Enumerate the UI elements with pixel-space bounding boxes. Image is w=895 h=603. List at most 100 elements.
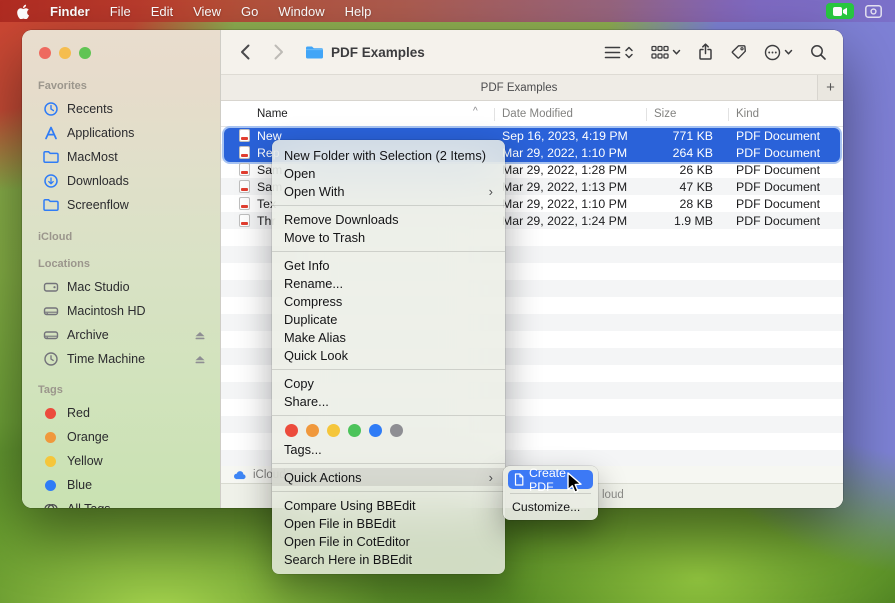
mouse-cursor xyxy=(562,471,584,495)
file-date: Mar 29, 2022, 1:10 PM xyxy=(502,144,627,161)
eject-icon[interactable] xyxy=(194,330,206,341)
screen-recording-icon[interactable] xyxy=(865,5,882,18)
menu-separator xyxy=(272,369,505,370)
menu-item-get-info[interactable]: Get Info xyxy=(272,256,505,274)
column-divider[interactable] xyxy=(728,108,729,121)
column-divider[interactable] xyxy=(494,108,495,121)
sidebar-item-macmost[interactable]: MacMost xyxy=(38,145,212,169)
sidebar-item-archive[interactable]: Archive xyxy=(38,323,212,347)
sidebar-item-label: Time Machine xyxy=(67,352,145,366)
menubar-file[interactable]: File xyxy=(110,4,131,19)
minimize-window-button[interactable] xyxy=(59,47,71,59)
menu-item-quick-actions[interactable]: Quick Actions› xyxy=(272,468,505,486)
sidebar-item-label: Red xyxy=(67,406,90,420)
menu-item-move-to-trash[interactable]: Move to Trash xyxy=(272,228,505,246)
column-kind[interactable]: Kind xyxy=(736,102,759,126)
file-date: Sep 16, 2023, 4:19 PM xyxy=(502,127,628,144)
menubar-help[interactable]: Help xyxy=(345,4,372,19)
submenu-arrow-icon: › xyxy=(489,470,493,485)
view-options-button[interactable] xyxy=(604,45,634,60)
back-button[interactable] xyxy=(239,43,251,61)
eject-icon[interactable] xyxy=(194,354,206,365)
menu-separator xyxy=(272,463,505,464)
menu-item-compress[interactable]: Compress xyxy=(272,292,505,310)
file-kind: PDF Document xyxy=(736,144,820,161)
menu-item-customize[interactable]: Customize... xyxy=(508,498,593,516)
menu-item-compare-using-bbedit[interactable]: Compare Using BBEdit xyxy=(272,496,505,514)
sidebar-item-applications[interactable]: Applications xyxy=(38,121,212,145)
sort-ascending-icon: ^ xyxy=(473,106,478,117)
tab-pdf-examples[interactable]: PDF Examples xyxy=(221,82,817,94)
menu-item-open-file-in-coteditor[interactable]: Open File in CotEditor xyxy=(272,532,505,550)
group-button[interactable] xyxy=(651,45,681,60)
column-size[interactable]: Size xyxy=(654,102,676,126)
menu-item-remove-downloads[interactable]: Remove Downloads xyxy=(272,210,505,228)
sidebar-item-mac-studio[interactable]: Mac Studio xyxy=(38,275,212,299)
forward-button[interactable] xyxy=(273,43,285,61)
sidebar-item-recents[interactable]: Recents xyxy=(38,97,212,121)
menu-item-open[interactable]: Open xyxy=(272,164,505,182)
menubar-go[interactable]: Go xyxy=(241,4,258,19)
menu-item-share[interactable]: Share... xyxy=(272,392,505,410)
menu-separator xyxy=(272,205,505,206)
share-button[interactable] xyxy=(698,43,713,61)
more-actions-button[interactable] xyxy=(764,44,793,61)
menu-item-duplicate[interactable]: Duplicate xyxy=(272,310,505,328)
menubar-view[interactable]: View xyxy=(193,4,221,19)
menu-item-open-file-in-bbedit[interactable]: Open File in BBEdit xyxy=(272,514,505,532)
sidebar-item-all-tags[interactable]: All Tags... xyxy=(38,497,212,508)
desktop: Finder File Edit View Go Window Help Fav… xyxy=(0,0,895,603)
sidebar-item-tag-blue[interactable]: Blue xyxy=(38,473,212,497)
sidebar-item-label: Screenflow xyxy=(67,198,129,212)
clock-icon xyxy=(42,101,59,117)
pdf-file-icon xyxy=(239,127,250,144)
menu-item-copy[interactable]: Copy xyxy=(272,374,505,392)
menu-item-tags[interactable]: Tags... xyxy=(272,440,505,458)
apple-menu[interactable] xyxy=(16,3,30,19)
menubar-app-name[interactable]: Finder xyxy=(50,4,90,19)
menu-item-quick-look[interactable]: Quick Look xyxy=(272,346,505,364)
sidebar-item-downloads[interactable]: Downloads xyxy=(38,169,212,193)
menu-item-make-alias[interactable]: Make Alias xyxy=(272,328,505,346)
sidebar-item-tag-yellow[interactable]: Yellow xyxy=(38,449,212,473)
add-tab-button[interactable]: + xyxy=(817,75,843,100)
close-window-button[interactable] xyxy=(39,47,51,59)
orange-tag-button[interactable] xyxy=(306,424,319,437)
hard-drive-icon xyxy=(42,304,59,318)
sidebar-section-favorites: Favorites xyxy=(38,80,212,97)
search-button[interactable] xyxy=(810,44,827,61)
sidebar-item-tag-red[interactable]: Red xyxy=(38,401,212,425)
file-date: Mar 29, 2022, 1:28 PM xyxy=(502,161,627,178)
chevron-down-icon xyxy=(672,49,681,56)
pdf-file-icon xyxy=(239,195,250,212)
downloads-icon xyxy=(42,173,59,189)
menu-item-new-folder-with-selection[interactable]: New Folder with Selection (2 Items) xyxy=(272,146,505,164)
sidebar-item-label: Yellow xyxy=(67,454,103,468)
menu-item-rename[interactable]: Rename... xyxy=(272,274,505,292)
red-tag-button[interactable] xyxy=(285,424,298,437)
tag-button[interactable] xyxy=(730,44,747,60)
gray-tag-button[interactable] xyxy=(390,424,403,437)
pdf-file-icon xyxy=(239,178,250,195)
menu-item-search-here-in-bbedit[interactable]: Search Here in BBEdit xyxy=(272,550,505,568)
time-machine-icon xyxy=(42,351,59,367)
menubar-edit[interactable]: Edit xyxy=(151,4,173,19)
sidebar-item-tag-orange[interactable]: Orange xyxy=(38,425,212,449)
yellow-tag-button[interactable] xyxy=(327,424,340,437)
column-name[interactable]: Name xyxy=(257,102,288,126)
sidebar: Favorites Recents Applications MacMost D… xyxy=(22,30,220,508)
window-title: PDF Examples xyxy=(331,45,425,60)
menubar-window[interactable]: Window xyxy=(278,4,324,19)
column-date-modified[interactable]: Date Modified xyxy=(502,102,573,126)
sidebar-item-label: Macintosh HD xyxy=(67,304,146,318)
file-size: 26 KB xyxy=(646,161,713,178)
sidebar-item-macintosh-hd[interactable]: Macintosh HD xyxy=(38,299,212,323)
green-tag-button[interactable] xyxy=(348,424,361,437)
zoom-window-button[interactable] xyxy=(79,47,91,59)
camera-active-button[interactable] xyxy=(826,3,854,19)
column-divider[interactable] xyxy=(646,108,647,121)
blue-tag-button[interactable] xyxy=(369,424,382,437)
sidebar-item-time-machine[interactable]: Time Machine xyxy=(38,347,212,371)
sidebar-item-screenflow[interactable]: Screenflow xyxy=(38,193,212,217)
menu-item-open-with[interactable]: Open With› xyxy=(272,182,505,200)
